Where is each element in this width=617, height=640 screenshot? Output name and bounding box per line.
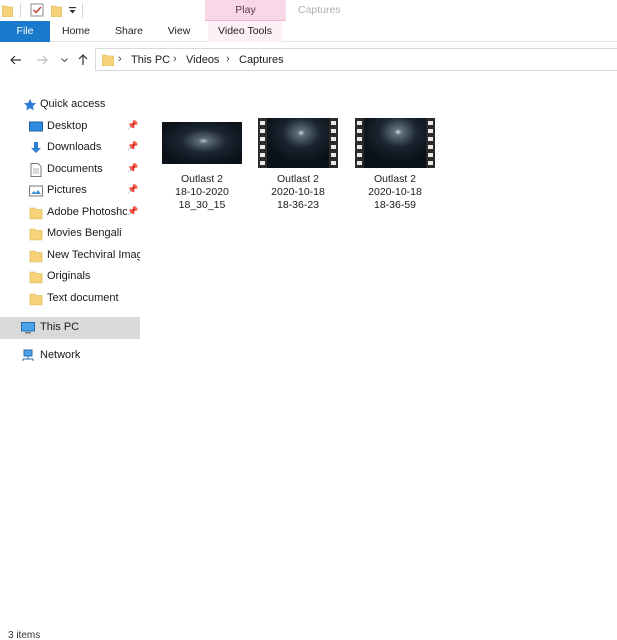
sidebar-item-label: New Techviral Imag	[47, 249, 140, 261]
video-thumbnail-image	[162, 122, 242, 164]
sidebar-item-movies-bengali[interactable]: Movies Bengali	[0, 223, 140, 245]
arrow-up-icon	[78, 54, 88, 65]
chevron-down-icon	[61, 58, 68, 63]
properties-icon[interactable]	[30, 3, 44, 17]
navigation-pane: Quick access Desktop 📌 Downloads 📌 Docum…	[0, 86, 145, 386]
pin-icon: 📌	[127, 120, 139, 130]
pin-icon: 📌	[127, 206, 139, 216]
sidebar-item-quick-access[interactable]: Quick access	[0, 94, 140, 116]
pin-icon: 📌	[127, 163, 139, 173]
sidebar-item-label: Movies Bengali	[47, 227, 122, 239]
video-thumbnail	[258, 118, 338, 168]
file-item[interactable]: Outlast 2 2020-10-18 18-36-23	[252, 118, 342, 218]
folder-icon	[29, 228, 43, 241]
video-thumbnail	[162, 118, 242, 168]
computer-icon	[21, 322, 35, 334]
desktop-icon	[29, 121, 43, 132]
status-item-count: 3 items	[8, 630, 41, 640]
arrow-right-icon	[37, 55, 48, 65]
sidebar-item-text-document[interactable]: Text document	[0, 288, 140, 310]
sidebar-item-label: Network	[40, 349, 81, 361]
file-name: Outlast 2 18-10-2020 18_30_15	[156, 173, 248, 212]
tab-share[interactable]: Share	[108, 21, 150, 42]
tab-file[interactable]: File	[0, 21, 50, 42]
sidebar-item-label: Text document	[47, 292, 119, 304]
recent-locations-button[interactable]	[60, 53, 69, 67]
sidebar-item-downloads[interactable]: Downloads 📌	[0, 137, 140, 159]
pin-icon: 📌	[127, 184, 139, 194]
quick-access-toolbar: Play Captures	[0, 0, 617, 21]
toolbar-separator	[82, 3, 83, 18]
pin-icon: 📌	[127, 141, 139, 151]
back-button[interactable]	[9, 53, 23, 67]
file-item[interactable]: Outlast 2 18-10-2020 18_30_15	[156, 118, 246, 218]
sidebar-item-documents[interactable]: Documents 📌	[0, 159, 140, 181]
file-name-line: Outlast 2	[276, 173, 320, 185]
breadcrumb-this-pc[interactable]: This PC	[131, 54, 170, 66]
folder-icon	[29, 250, 43, 263]
customize-toolbar-icon[interactable]	[68, 5, 77, 15]
sidebar-item-label: Originals	[47, 270, 91, 282]
arrow-left-icon	[10, 55, 21, 65]
ribbon-tabs: File Home Share View Video Tools	[0, 21, 617, 42]
sidebar-item-this-pc[interactable]: This PC	[0, 317, 140, 339]
file-name-line: 2020-10-18	[271, 186, 325, 198]
breadcrumb-videos[interactable]: Videos	[186, 54, 219, 66]
folder-icon	[29, 271, 43, 284]
breadcrumb-chevron-icon[interactable]: ›	[173, 53, 177, 65]
breadcrumb-chevron-icon[interactable]: ›	[118, 53, 122, 65]
address-row: › This PC › Videos › Captures	[0, 43, 617, 77]
file-name: Outlast 2 2020-10-18 18-36-59	[349, 173, 441, 212]
sidebar-item-pictures[interactable]: Pictures 📌	[0, 180, 140, 202]
folder-icon	[102, 54, 114, 66]
tab-video-tools[interactable]: Video Tools	[208, 21, 282, 42]
sidebar-item-label: Quick access	[40, 98, 106, 110]
video-thumbnail-image	[258, 118, 338, 168]
sidebar-item-adobe-photoshop[interactable]: Adobe Photoshc 📌	[0, 202, 140, 224]
network-icon	[22, 349, 34, 361]
window-title: Captures	[298, 4, 341, 16]
sidebar-item-label: Downloads	[47, 141, 102, 153]
file-name: Outlast 2 2020-10-18 18-36-23	[252, 173, 344, 212]
file-name-line: 18-36-23	[276, 199, 320, 211]
tab-play-label: Play	[235, 4, 256, 16]
sidebar-item-label: Desktop	[47, 120, 88, 132]
sidebar-item-label: Pictures	[47, 184, 87, 196]
sidebar-item-label: Documents	[47, 163, 103, 175]
download-icon	[31, 142, 41, 153]
tab-play-contextual[interactable]: Play	[205, 0, 286, 21]
file-name-line: Outlast 2	[180, 173, 224, 185]
sidebar-item-label: This PC	[40, 321, 80, 333]
tab-home[interactable]: Home	[56, 21, 96, 42]
sidebar-item-new-techviral-images[interactable]: New Techviral Imag	[0, 245, 140, 267]
file-name-line: 2020-10-18	[368, 186, 422, 198]
file-name-line: 18-10-2020	[175, 186, 229, 198]
sidebar-item-network[interactable]: Network	[0, 345, 140, 367]
tab-view[interactable]: View	[160, 21, 198, 42]
up-button[interactable]	[76, 53, 90, 67]
video-thumbnail	[355, 118, 435, 168]
file-name-line: 18_30_15	[178, 199, 226, 211]
sidebar-item-desktop[interactable]: Desktop 📌	[0, 116, 140, 138]
toolbar-separator	[20, 3, 21, 18]
folder-icon	[29, 207, 43, 220]
sidebar-item-label: Adobe Photoshc	[47, 206, 127, 218]
new-folder-icon[interactable]	[51, 4, 62, 17]
folder-icon	[29, 293, 43, 306]
file-name-line: 18-36-59	[373, 199, 417, 211]
video-thumbnail-image	[355, 118, 435, 168]
breadcrumb-captures[interactable]: Captures	[239, 54, 284, 66]
pictures-icon	[29, 185, 43, 197]
address-bar[interactable]: › This PC › Videos › Captures	[95, 48, 617, 71]
file-name-line: Outlast 2	[373, 173, 417, 185]
folder-icon	[2, 5, 13, 17]
forward-button[interactable]	[35, 53, 49, 67]
file-item[interactable]: Outlast 2 2020-10-18 18-36-59	[349, 118, 439, 218]
document-icon	[30, 163, 42, 177]
breadcrumb-chevron-icon[interactable]: ›	[226, 53, 230, 65]
star-icon	[24, 99, 36, 111]
sidebar-item-originals[interactable]: Originals	[0, 266, 140, 288]
